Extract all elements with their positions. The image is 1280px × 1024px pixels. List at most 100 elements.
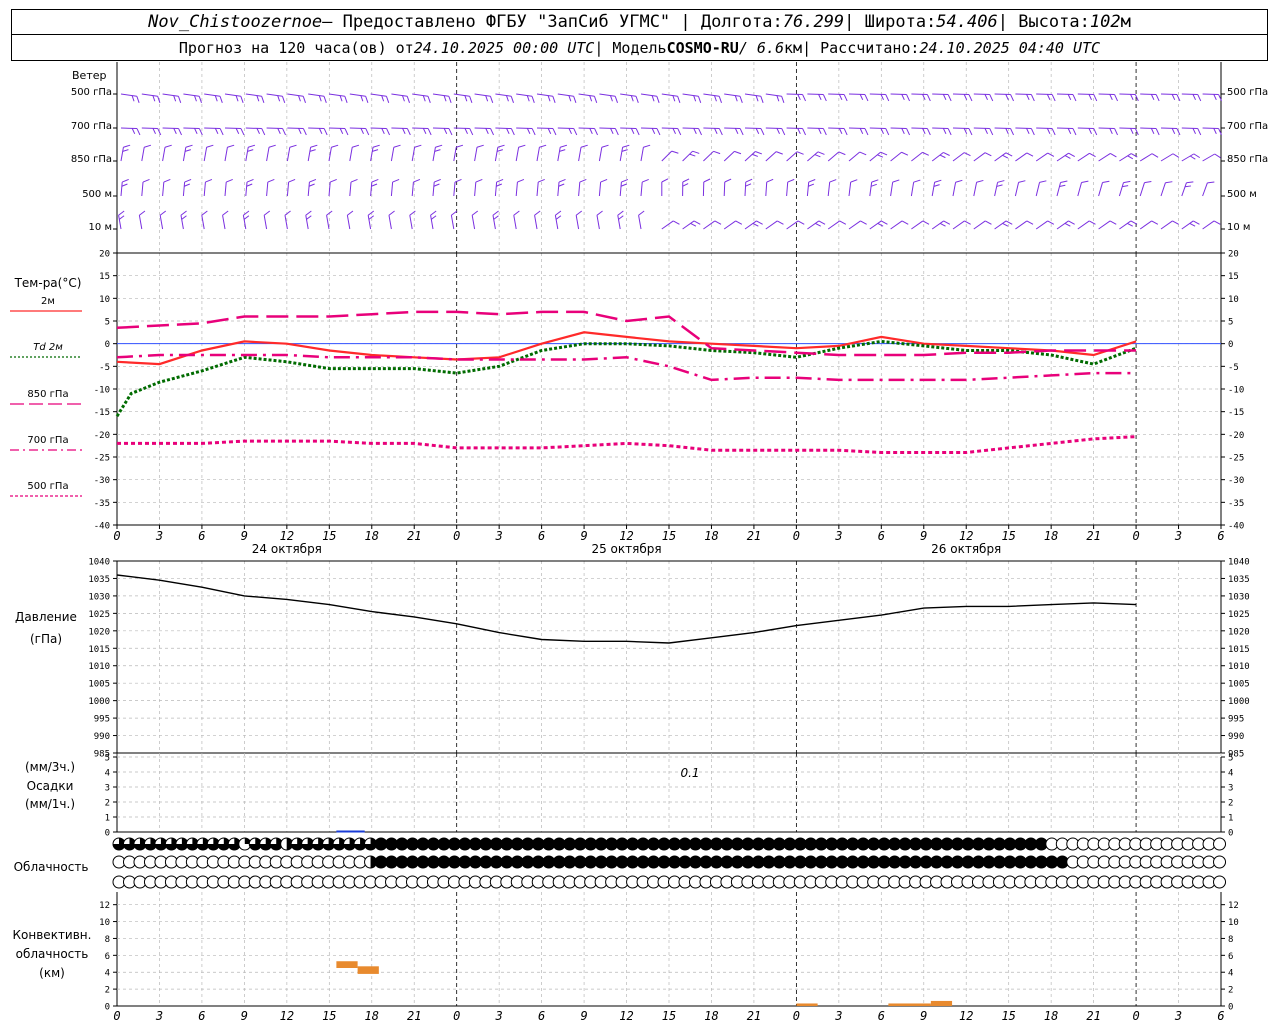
press-ytick-label: 1030 — [88, 592, 110, 602]
wind-barb-feather — [490, 128, 494, 136]
conv-ytick-label: 2 — [1228, 986, 1233, 996]
wind-barb-feather — [781, 96, 785, 104]
wind-barb-feather — [860, 220, 867, 225]
pressure-unit: (гПа) — [29, 632, 63, 646]
wind-barb-shaft — [370, 93, 387, 97]
wind-barb-shaft — [120, 127, 138, 130]
wind-barb-feather — [926, 94, 931, 102]
conv-xtick-label: 21 — [1086, 1009, 1100, 1023]
wind-barb-shaft — [848, 127, 866, 130]
wind-barb-feather — [1072, 128, 1077, 136]
wind-barb-shaft — [141, 127, 158, 130]
wind-barb-shaft — [994, 220, 1007, 230]
wind-barb-shaft — [973, 93, 990, 96]
wind-barb-feather — [555, 210, 562, 216]
wind-barb-feather — [939, 154, 946, 159]
wind-barb-feather — [558, 178, 566, 183]
wind-barb-feather — [386, 128, 390, 136]
wind-barb-shaft — [1098, 152, 1111, 162]
press-ytick-label: 1005 — [88, 680, 110, 690]
wind-barb-shaft — [973, 182, 978, 197]
wind-barb-feather — [227, 144, 235, 148]
wind-barb-feather — [464, 95, 468, 102]
wind-barb-feather — [892, 179, 900, 183]
wind-barb-shaft — [744, 181, 747, 197]
conv-xtick-label: 21 — [407, 1009, 421, 1023]
wind-barb-feather — [630, 128, 635, 135]
wind-barb-shaft — [827, 220, 840, 230]
pressure-title: Давление — [15, 610, 77, 624]
wind-barb-shaft — [744, 127, 762, 130]
temp-ytick-label: 15 — [1228, 272, 1239, 282]
wind-barb-feather — [448, 128, 453, 136]
wind-barb-feather — [589, 95, 593, 102]
wind-barb-feather — [1005, 94, 1009, 101]
wind-barb-shaft — [661, 150, 673, 162]
wind-barb-feather — [817, 151, 825, 155]
wind-barb-shaft — [495, 93, 512, 97]
temp-ytick-label: -25 — [1228, 454, 1244, 464]
cloud-symbol — [1213, 855, 1227, 869]
conv-xtick-label: 18 — [704, 1009, 718, 1023]
wind-barb-shaft — [263, 215, 268, 230]
wind-barb-feather — [984, 94, 988, 101]
wind-barb-feather — [718, 128, 723, 136]
wind-barb-feather — [422, 95, 426, 102]
wind-barb-feather — [850, 179, 858, 183]
press-ytick-label: 990 — [94, 732, 110, 742]
temp-ytick-label: -10 — [1228, 386, 1244, 396]
wind-barb-feather — [323, 128, 328, 136]
wind-barb-feather — [735, 220, 743, 225]
wind-barb-shaft — [1202, 93, 1219, 96]
wind-barb-feather — [818, 220, 826, 225]
wind-barb-feather — [1114, 128, 1118, 136]
wind-barb-feather — [289, 144, 297, 148]
wind-barb-feather — [248, 144, 256, 148]
temp-xtick-label: 21 — [407, 529, 421, 543]
wind-barb-feather — [526, 95, 530, 102]
wind-barb-feather — [787, 178, 795, 183]
wind-barb-feather — [963, 152, 971, 157]
wind-barb-feather — [745, 178, 753, 183]
wind-barb-shaft — [1160, 153, 1174, 162]
wind-barb-feather — [1026, 220, 1034, 225]
precip-ytick-label: 0 — [1228, 829, 1233, 839]
wind-barb-feather — [635, 128, 640, 136]
wind-barb-shaft — [1139, 220, 1152, 230]
wind-barb-feather — [464, 128, 468, 135]
conv-xtick-label: 3 — [155, 1009, 163, 1023]
wind-barb-feather — [306, 215, 312, 220]
wind-barb-shaft — [141, 182, 144, 197]
wind-barb-feather — [1005, 220, 1013, 225]
wind-barb-shaft — [1098, 182, 1103, 197]
wind-barb-feather — [901, 220, 909, 225]
wind-barb-feather — [485, 95, 489, 102]
wind-barb-shaft — [349, 127, 366, 130]
wind-barb-shaft — [453, 147, 457, 162]
temp-xtick-label: 0 — [793, 529, 800, 543]
wind-barb-shaft — [308, 93, 325, 97]
wind-barb-shaft — [1139, 153, 1153, 162]
wind-barb-feather — [131, 128, 136, 135]
wind-barb-feather — [496, 149, 503, 152]
wind-barb-feather — [309, 149, 316, 152]
wind-barb-shaft — [1140, 127, 1157, 130]
wind-barb-feather — [131, 95, 135, 102]
wind-barb-feather — [968, 94, 973, 102]
wind-barb-feather — [661, 178, 669, 183]
cloud-circle — [1213, 875, 1227, 889]
wind-barb-feather — [489, 96, 494, 104]
wind-barb-shaft — [536, 127, 554, 130]
wind-barb-shaft — [349, 147, 353, 162]
press-ytick-label: 1020 — [1228, 627, 1250, 637]
wind-barb-shaft — [1140, 93, 1157, 96]
wind-barb-feather — [547, 95, 551, 102]
temp-series-4 — [117, 435, 1137, 454]
wind-barb-shaft — [619, 147, 624, 162]
wind-barb-feather — [393, 144, 401, 148]
wind-barb-shaft — [204, 93, 221, 97]
wind-barb-feather — [1046, 128, 1051, 135]
wind-barb-feather — [1172, 220, 1179, 225]
temp-xtick-label: 18 — [704, 529, 718, 543]
wind-barb-shaft — [1098, 127, 1115, 130]
